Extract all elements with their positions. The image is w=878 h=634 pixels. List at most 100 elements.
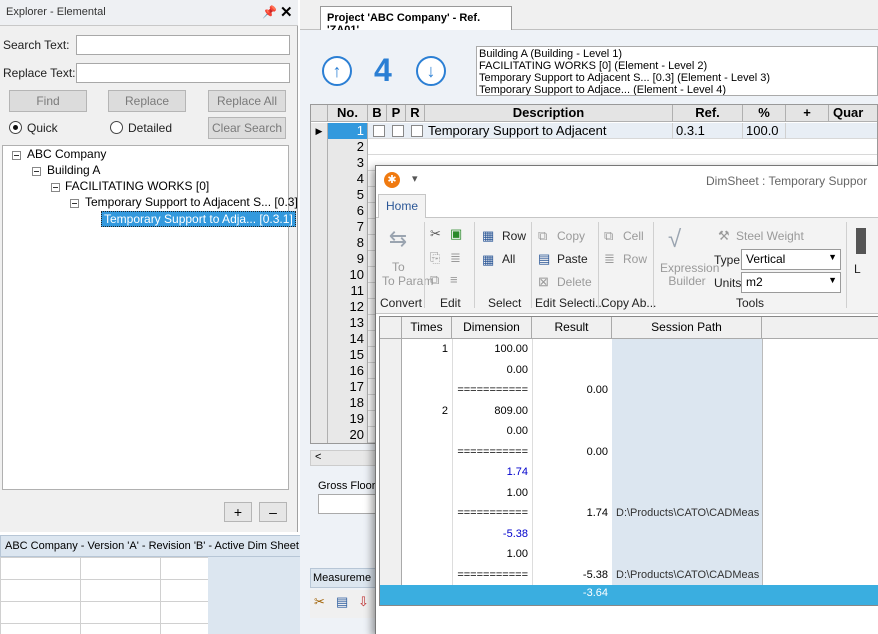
table-row[interactable]: ▶ 1 Temporary Support to Adjacent 0.3.1 100.… xyxy=(311,123,877,139)
row-selector[interactable] xyxy=(311,283,328,299)
checkbox[interactable] xyxy=(373,125,385,137)
collapse-icon[interactable] xyxy=(70,199,79,208)
col-header-result[interactable]: Result xyxy=(532,317,612,339)
dim-cell-times[interactable] xyxy=(402,360,452,381)
dim-cell-dimension[interactable]: 1.00 xyxy=(452,544,532,565)
arrow-up-circle-icon[interactable]: ↑ xyxy=(322,56,352,86)
cell-ref[interactable]: 0.3.1 xyxy=(673,123,743,139)
breadcrumb-item[interactable]: Building A (Building - Level 1) xyxy=(479,48,875,60)
paste-icon[interactable]: ▤ xyxy=(538,251,550,267)
dim-cell-path[interactable] xyxy=(612,524,762,545)
steel-weight-icon[interactable]: ⚒ xyxy=(718,228,730,244)
dim-cell-path[interactable]: D:\Products\CATO\CADMeas xyxy=(612,565,762,586)
dim-cell-result[interactable] xyxy=(532,483,612,504)
gross-floor-input[interactable] xyxy=(318,494,378,514)
steel-weight-label[interactable]: Steel Weight xyxy=(736,229,804,243)
dim-cell-path[interactable] xyxy=(612,483,762,504)
tool-icon[interactable]: ⇩ xyxy=(358,594,369,610)
checkbox[interactable] xyxy=(411,125,423,137)
cell-description[interactable]: Temporary Support to Adjacent xyxy=(425,123,673,139)
tool-icon[interactable]: ✂ xyxy=(314,594,325,610)
col-header-plus[interactable]: + xyxy=(786,105,829,122)
dim-cell-path[interactable] xyxy=(612,421,762,442)
units-select[interactable]: m2 ▼ xyxy=(741,272,841,293)
row-selector[interactable] xyxy=(311,379,328,395)
list-icon[interactable]: ≣ xyxy=(450,250,461,266)
row-selector[interactable] xyxy=(311,203,328,219)
dim-cell-dimension[interactable]: 809.00 xyxy=(452,401,532,422)
tree-node-facilitating-works[interactable]: FACILITATING WORKS [0] xyxy=(65,179,209,193)
dim-cell-result[interactable] xyxy=(532,544,612,565)
find-button[interactable]: Find xyxy=(9,90,87,112)
table-row[interactable]: 2 xyxy=(311,139,877,155)
select-all-icon[interactable]: ▦ xyxy=(482,252,494,268)
delete-label[interactable]: Delete xyxy=(557,275,592,289)
col-header-r[interactable]: R xyxy=(406,105,425,122)
dim-cell-dimension[interactable]: =========== xyxy=(452,442,532,463)
row-selector[interactable] xyxy=(311,171,328,187)
dim-cell-path[interactable] xyxy=(612,544,762,565)
to-param-label-2[interactable]: To Param xyxy=(382,274,433,288)
row-selector[interactable] xyxy=(311,139,328,155)
dim-cell-result[interactable] xyxy=(532,524,612,545)
copy-cell-label[interactable]: Cell xyxy=(623,229,644,243)
tree-node-temporary-support[interactable]: Temporary Support to Adjacent S... [0.3] xyxy=(85,195,298,209)
dim-cell-times[interactable]: 2 xyxy=(402,401,452,422)
col-header-ref[interactable]: Ref. xyxy=(673,105,743,122)
dim-cell-dimension[interactable]: 0.00 xyxy=(452,421,532,442)
tree-node-company[interactable]: ABC Company xyxy=(27,147,106,161)
dim-cell-path[interactable] xyxy=(612,462,762,483)
copy-doc-icon[interactable]: ⎘ xyxy=(430,250,440,266)
row-selector[interactable] xyxy=(311,219,328,235)
col-header-times[interactable]: Times xyxy=(402,317,452,339)
row-selector[interactable]: ▶ xyxy=(311,123,328,139)
dim-cell-times[interactable]: 1 xyxy=(402,339,452,360)
row-selector[interactable] xyxy=(311,235,328,251)
row-selector[interactable] xyxy=(311,251,328,267)
row-selector[interactable] xyxy=(311,363,328,379)
checkbox[interactable] xyxy=(392,125,404,137)
row-selector[interactable] xyxy=(311,411,328,427)
breadcrumb-item[interactable]: FACILITATING WORKS [0] (Element - Level … xyxy=(479,60,875,72)
tab-home[interactable]: Home xyxy=(378,194,426,219)
row-selector[interactable] xyxy=(311,395,328,411)
row-selector[interactable] xyxy=(311,155,328,171)
dim-cell-path[interactable] xyxy=(612,339,762,360)
to-param-icon[interactable]: ⇆ xyxy=(384,226,412,254)
row-selector[interactable] xyxy=(311,427,328,443)
cut-icon[interactable]: ✂ xyxy=(430,226,441,242)
clear-search-button[interactable]: Clear Search xyxy=(208,117,286,139)
arrow-down-circle-icon[interactable]: ↓ xyxy=(416,56,446,86)
copy-cell-icon[interactable]: ⧉ xyxy=(604,228,613,244)
pin-icon[interactable]: 📌 xyxy=(262,5,277,19)
dim-cell-dimension[interactable]: 1.00 xyxy=(452,483,532,504)
dim-cell-result[interactable]: 0.00 xyxy=(532,442,612,463)
paste-label[interactable]: Paste xyxy=(557,252,588,266)
dim-cell-dimension[interactable]: -5.38 xyxy=(452,524,532,545)
dim-cell-result[interactable] xyxy=(532,421,612,442)
type-select[interactable]: Vertical ▼ xyxy=(741,249,841,270)
detailed-radio[interactable] xyxy=(110,121,123,134)
dim-cell-times[interactable] xyxy=(402,421,452,442)
row-selector[interactable] xyxy=(311,267,328,283)
dim-cell-path[interactable] xyxy=(612,360,762,381)
dim-cell-dimension[interactable]: 0.00 xyxy=(452,360,532,381)
quick-radio[interactable] xyxy=(9,121,22,134)
tree-node-selected[interactable]: Temporary Support to Adja... [0.3.1] xyxy=(101,211,296,227)
select-row-label[interactable]: Row xyxy=(502,229,526,243)
format-icon[interactable]: ⧉ xyxy=(430,272,439,288)
copy-row-icon[interactable]: ≣ xyxy=(604,251,615,267)
collapse-icon[interactable] xyxy=(12,151,21,160)
copy-label[interactable]: Copy xyxy=(557,229,585,243)
col-header-session-path[interactable]: Session Path xyxy=(612,317,762,339)
breadcrumb-item[interactable]: Temporary Support to Adjace... (Element … xyxy=(479,84,875,95)
col-header-b[interactable]: B xyxy=(368,105,387,122)
dim-cell-path[interactable] xyxy=(612,401,762,422)
dim-cell-times[interactable] xyxy=(402,544,452,565)
tree-node-building[interactable]: Building A xyxy=(47,163,100,177)
dim-cell-dimension[interactable]: =========== xyxy=(452,503,532,524)
breadcrumb-item[interactable]: Temporary Support to Adjacent S... [0.3]… xyxy=(479,72,875,84)
close-icon[interactable]: ✕ xyxy=(280,3,293,21)
collapse-icon[interactable] xyxy=(32,167,41,176)
copy-row-label[interactable]: Row xyxy=(623,252,647,266)
